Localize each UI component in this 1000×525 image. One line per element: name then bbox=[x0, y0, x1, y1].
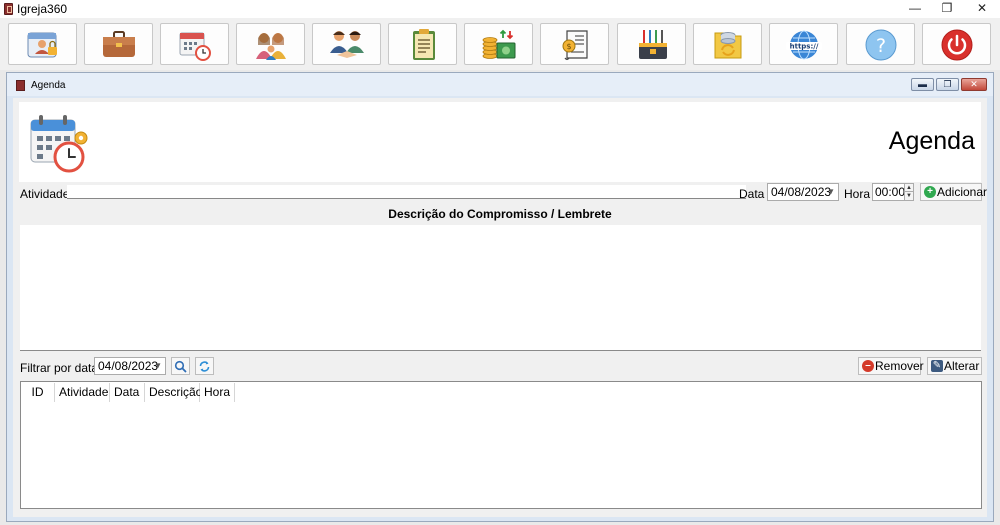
https-label: https:// bbox=[790, 43, 819, 51]
chevron-down-icon[interactable]: ▼ bbox=[154, 358, 162, 374]
hora-label: Hora bbox=[844, 187, 871, 201]
remove-icon: – bbox=[862, 360, 874, 372]
database-sync-icon bbox=[714, 32, 742, 59]
column-header-hora[interactable]: Hora bbox=[200, 383, 235, 402]
data-date-value: 04/08/2023 bbox=[771, 185, 832, 199]
help-question-icon: ? bbox=[865, 29, 897, 61]
money-coins-icon bbox=[482, 29, 516, 59]
refresh-icon bbox=[199, 361, 210, 372]
calendar-clock-icon bbox=[30, 115, 88, 173]
id-badge-lock-icon bbox=[27, 32, 57, 58]
toolbar-button-agenda[interactable] bbox=[160, 23, 229, 65]
hora-time-value: 00:00 bbox=[875, 185, 906, 199]
adicionar-button[interactable]: + Adicionar bbox=[920, 183, 987, 201]
agenda-window-title-bar[interactable]: Agenda ▬ ❐ ✕ bbox=[7, 73, 993, 96]
https-globe-icon: https:// bbox=[786, 30, 822, 60]
atividade-label: Atividade bbox=[20, 187, 70, 201]
toolbar-button-finance[interactable] bbox=[464, 23, 533, 65]
agenda-window: Agenda ▬ ❐ ✕ Agenda Atividade Data 04/08… bbox=[6, 72, 994, 522]
descricao-heading: Descrição do Compromisso / Lembrete bbox=[388, 207, 612, 221]
window-title-bar: Igreja360 — ❐ ✕ bbox=[0, 0, 1000, 18]
agenda-client-area: Agenda Atividade Data 04/08/2023 ▼ Hora … bbox=[13, 98, 987, 517]
tools-toolbox-icon bbox=[639, 30, 667, 59]
page-title: Agenda bbox=[888, 127, 975, 155]
agenda-close-button[interactable]: ✕ bbox=[961, 78, 987, 91]
column-header-id[interactable]: ID bbox=[21, 383, 55, 402]
agenda-minimize-button[interactable]: ▬ bbox=[911, 78, 934, 91]
clipboard-document-icon bbox=[413, 29, 435, 60]
power-exit-icon bbox=[941, 29, 973, 61]
alterar-button[interactable]: ✎ Alterar bbox=[927, 357, 982, 375]
calendar-clock-icon bbox=[179, 32, 211, 61]
atividade-input[interactable] bbox=[67, 185, 746, 199]
remover-button[interactable]: – Remover bbox=[858, 357, 924, 375]
descricao-textarea[interactable] bbox=[20, 225, 981, 351]
adicionar-button-label: Adicionar bbox=[937, 185, 988, 199]
toolbar-button-documents[interactable] bbox=[388, 23, 457, 65]
chevron-down-icon[interactable]: ▼ bbox=[827, 184, 835, 200]
alterar-button-label: Alterar bbox=[944, 359, 980, 373]
main-toolbar: $ https:// ? bbox=[0, 18, 1000, 70]
agenda-grid[interactable]: ID Atividade Data Descrição Hora bbox=[20, 381, 982, 509]
app-title: Igreja360 bbox=[17, 2, 68, 16]
toolbar-button-patrimony[interactable] bbox=[84, 23, 153, 65]
edit-icon: ✎ bbox=[931, 360, 943, 372]
data-date-picker[interactable]: 04/08/2023 ▼ bbox=[767, 183, 839, 201]
column-header-atividade[interactable]: Atividade bbox=[55, 383, 110, 402]
plus-icon: + bbox=[924, 186, 936, 198]
handshake-people-icon bbox=[330, 31, 364, 58]
search-icon bbox=[174, 360, 187, 373]
filtrar-label: Filtrar por data bbox=[20, 361, 99, 375]
toolbar-button-members[interactable] bbox=[8, 23, 77, 65]
briefcase-icon bbox=[103, 31, 135, 57]
agenda-window-title: Agenda bbox=[31, 80, 66, 91]
column-header-data[interactable]: Data bbox=[110, 383, 145, 402]
toolbar-button-help[interactable]: ? bbox=[846, 23, 915, 65]
agenda-restore-button[interactable]: ❐ bbox=[936, 78, 959, 91]
window-minimize-button[interactable]: — bbox=[898, 0, 932, 16]
filtro-date-picker[interactable]: 04/08/2023 ▼ bbox=[94, 357, 166, 375]
spin-down-icon[interactable]: ▼ bbox=[904, 192, 913, 200]
grid-header-row: ID Atividade Data Descrição Hora bbox=[21, 383, 235, 402]
svg-text:$: $ bbox=[566, 42, 571, 51]
toolbar-button-visitors[interactable] bbox=[312, 23, 381, 65]
toolbar-button-settings[interactable] bbox=[617, 23, 686, 65]
toolbar-button-exit[interactable] bbox=[922, 23, 991, 65]
window-close-button[interactable]: ✕ bbox=[965, 0, 999, 16]
toolbar-button-invoices[interactable]: $ bbox=[540, 23, 609, 65]
invoice-scroll-icon: $ bbox=[562, 30, 588, 61]
agenda-header-panel: Agenda bbox=[19, 102, 981, 182]
agenda-window-icon bbox=[16, 80, 25, 91]
toolbar-button-families[interactable] bbox=[236, 23, 305, 65]
data-label: Data bbox=[739, 187, 765, 201]
remover-button-label: Remover bbox=[875, 359, 924, 373]
help-glyph: ? bbox=[876, 35, 886, 57]
family-icon bbox=[256, 33, 286, 60]
window-maximize-button[interactable]: ❐ bbox=[930, 0, 964, 16]
column-header-descricao[interactable]: Descrição bbox=[145, 383, 202, 402]
spin-up-icon[interactable]: ▲ bbox=[904, 184, 913, 192]
refresh-button[interactable] bbox=[195, 357, 214, 375]
filtro-date-value: 04/08/2023 bbox=[98, 359, 159, 373]
toolbar-button-website[interactable]: https:// bbox=[769, 23, 838, 65]
hora-time-picker[interactable]: 00:00 ▲ ▼ bbox=[872, 183, 914, 201]
search-button[interactable] bbox=[171, 357, 190, 375]
app-logo-icon bbox=[4, 3, 13, 15]
toolbar-button-backup[interactable] bbox=[693, 23, 762, 65]
